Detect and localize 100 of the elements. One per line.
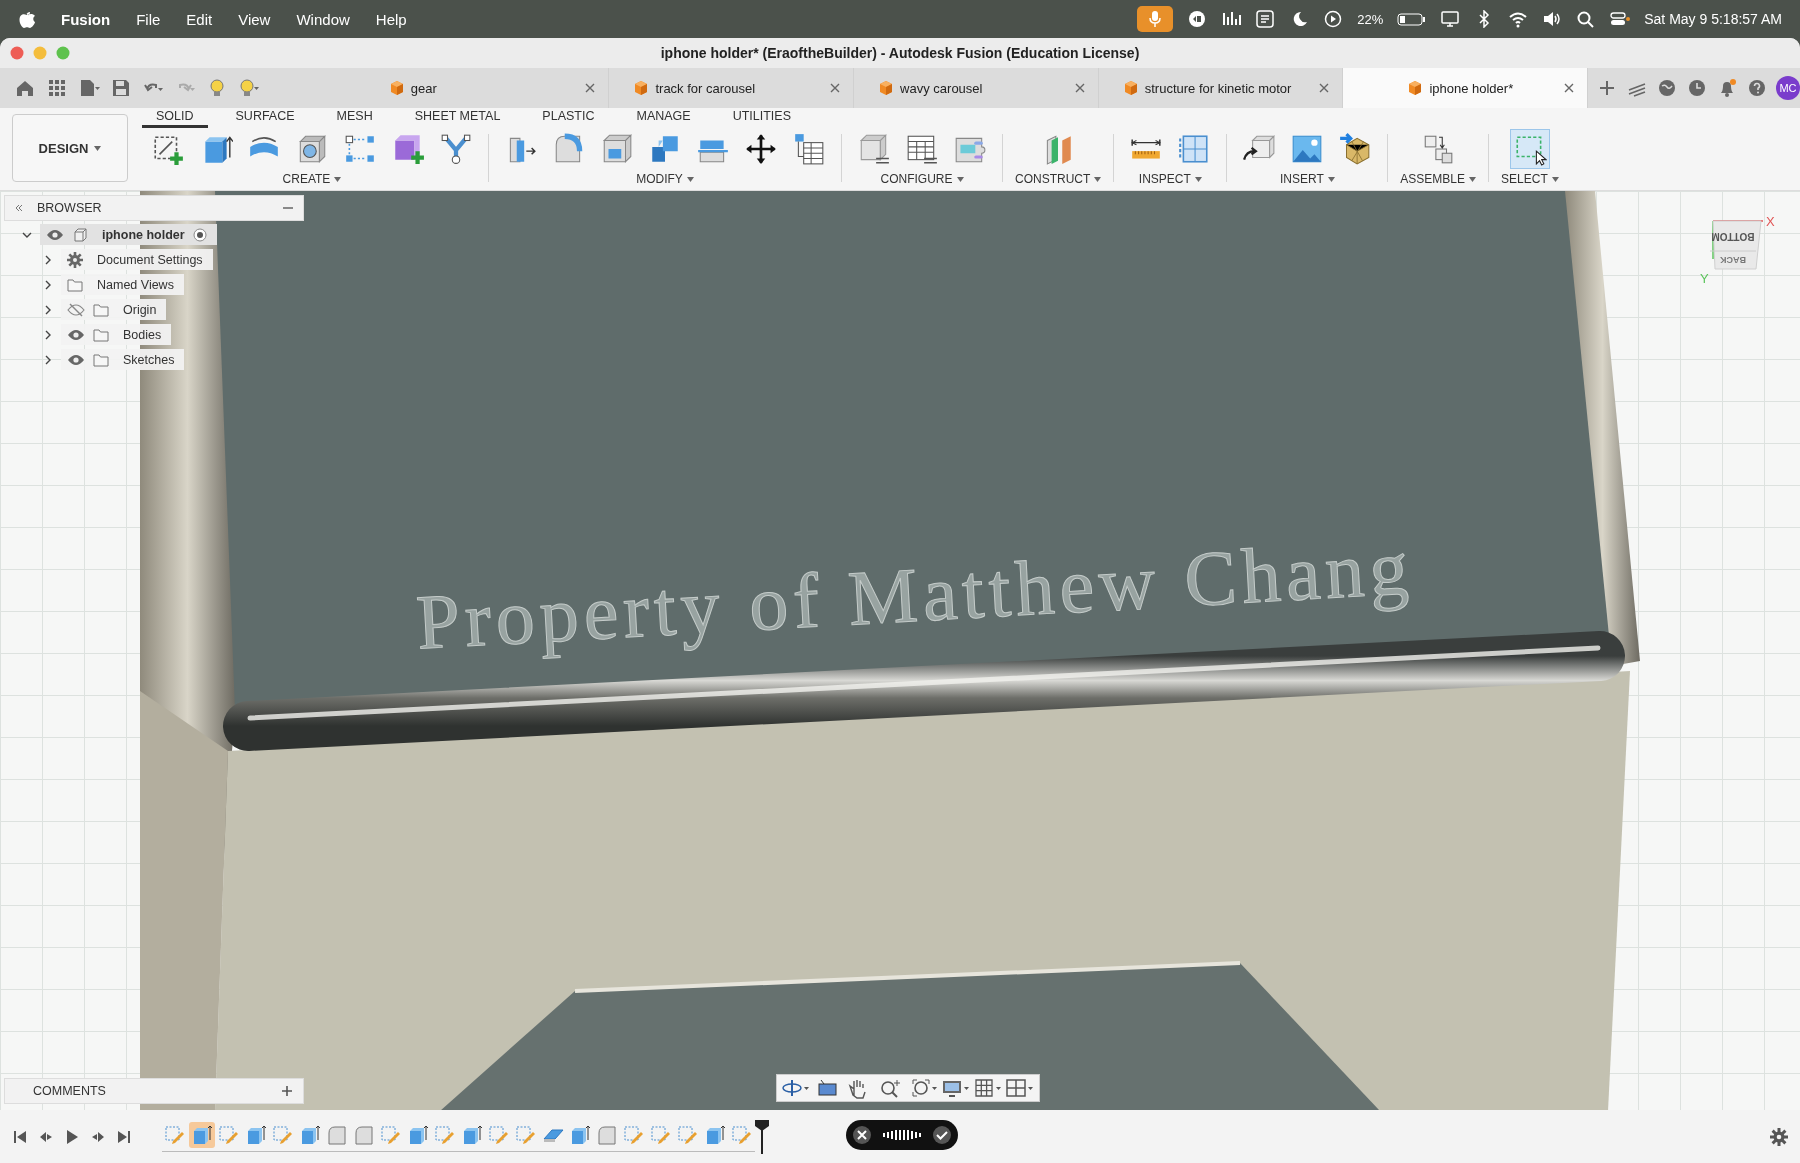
ribbon-tab[interactable]: UTILITIES xyxy=(718,109,805,128)
globe-icon[interactable] xyxy=(1656,77,1678,99)
help-icon[interactable] xyxy=(1746,77,1768,99)
cube-icon xyxy=(1407,80,1424,96)
ribbon-tab[interactable]: SURFACE xyxy=(221,109,309,128)
tool-group-menu[interactable]: CONSTRUCT xyxy=(1015,170,1102,188)
app-menu[interactable]: Fusion xyxy=(61,10,111,28)
close-window-button[interactable] xyxy=(10,46,24,60)
view-cube[interactable] xyxy=(1709,220,1762,270)
timeline-feature[interactable] xyxy=(189,1121,215,1148)
browser-node[interactable]: Named Views xyxy=(61,274,184,295)
timeline-marker-icon[interactable] xyxy=(755,1119,769,1154)
tool-group-menu[interactable]: INSPECT xyxy=(1138,170,1202,188)
confirm-icon[interactable] xyxy=(932,1125,952,1145)
add-comment-icon[interactable] xyxy=(281,1085,293,1097)
close-icon[interactable] xyxy=(1073,82,1086,94)
orbit-icon[interactable] xyxy=(781,1077,811,1099)
wifi-icon[interactable] xyxy=(1508,10,1529,28)
account-avatar[interactable]: MC xyxy=(1776,76,1800,100)
control-center-icon[interactable] xyxy=(1610,10,1631,28)
menu-item[interactable]: View xyxy=(238,10,271,28)
table-icon[interactable] xyxy=(792,132,826,166)
chevron-right-icon[interactable] xyxy=(43,279,53,290)
tool-group-menu[interactable]: SELECT xyxy=(1501,170,1559,188)
chevron-right-icon[interactable] xyxy=(43,254,53,265)
close-icon[interactable] xyxy=(829,82,842,94)
sketch-feature-icon xyxy=(650,1123,672,1146)
browser-node[interactable]: iphone holder xyxy=(40,224,217,245)
chevron-right-icon[interactable] xyxy=(43,329,53,340)
circle-app-icon[interactable] xyxy=(1187,10,1208,28)
tool-group-menu[interactable]: INSERT xyxy=(1279,170,1335,188)
workspace-switcher[interactable]: DESIGN xyxy=(12,114,128,182)
microphone-button[interactable] xyxy=(1137,6,1174,32)
browser-node[interactable]: Sketches xyxy=(61,349,185,370)
folder-icon xyxy=(93,302,109,317)
ribbon-tab[interactable]: MESH xyxy=(322,109,387,128)
eye-icon[interactable] xyxy=(67,328,85,341)
fit-view-icon[interactable] xyxy=(909,1077,939,1099)
tool-group-menu[interactable]: CONFIGURE xyxy=(880,170,964,188)
document-tab[interactable]: iphone holder* xyxy=(1343,68,1588,108)
file-menu-icon[interactable] xyxy=(78,77,100,99)
battery-icon[interactable] xyxy=(1397,10,1427,28)
skip-start-icon[interactable] xyxy=(12,1128,28,1145)
sketch-feature-icon xyxy=(677,1123,699,1146)
fillet-feature-icon xyxy=(596,1123,618,1146)
browser-panel-header[interactable]: BROWSER xyxy=(4,195,304,221)
viewports-icon[interactable] xyxy=(1005,1077,1035,1099)
radio-icon[interactable] xyxy=(192,227,207,242)
eye-icon[interactable] xyxy=(67,353,85,366)
crossed-eye-icon[interactable] xyxy=(67,302,85,317)
grid-icon[interactable] xyxy=(46,77,68,99)
close-icon[interactable] xyxy=(1563,82,1575,94)
save-icon[interactable] xyxy=(110,77,132,99)
audio-wave-icon xyxy=(882,1128,922,1142)
bar-levels-icon[interactable] xyxy=(1221,10,1242,28)
view-cube-face-label[interactable]: BOTTOM xyxy=(1711,231,1755,242)
extrude-feature-icon xyxy=(407,1123,429,1146)
apple-icon[interactable] xyxy=(18,9,35,29)
cancel-icon[interactable] xyxy=(852,1125,872,1145)
browser-node[interactable]: Origin xyxy=(61,299,167,320)
display-icon[interactable] xyxy=(1440,10,1461,28)
chevron-right-icon[interactable] xyxy=(43,354,53,365)
collapse-icon[interactable] xyxy=(15,204,23,212)
minimize-icon[interactable] xyxy=(283,206,293,210)
fillet-feature-icon xyxy=(326,1123,348,1146)
ribbon-tab[interactable]: SOLID xyxy=(142,109,208,128)
browser-node[interactable]: Bodies xyxy=(61,324,172,345)
grid-settings-icon[interactable] xyxy=(973,1077,1003,1099)
ribbon-tab[interactable]: MANAGE xyxy=(622,109,705,128)
cube-icon xyxy=(633,80,650,96)
lightbulb-menu-icon[interactable] xyxy=(238,77,260,99)
clock-icon[interactable] xyxy=(1686,77,1708,99)
document-lines-icon[interactable] xyxy=(1255,10,1276,28)
tool-group-menu[interactable]: MODIFY xyxy=(636,170,694,188)
menu-item[interactable]: File xyxy=(136,10,161,28)
close-icon[interactable] xyxy=(1318,82,1331,94)
menu-item[interactable]: Window xyxy=(296,10,350,28)
ribbon-tab[interactable]: SHEET METAL xyxy=(400,109,515,128)
browser-node[interactable]: Document Settings xyxy=(61,249,213,270)
sketch-feature-icon xyxy=(380,1123,402,1146)
menu-item[interactable]: Help xyxy=(375,10,407,28)
menubar-clock[interactable]: Sat May 9 5:18:57 AM xyxy=(1644,11,1782,27)
shell-icon[interactable] xyxy=(600,132,634,166)
play-icon[interactable] xyxy=(64,1128,80,1145)
branch-icon[interactable] xyxy=(439,132,473,166)
skip-end-icon[interactable] xyxy=(116,1128,132,1145)
play-circle-icon[interactable] xyxy=(1323,10,1344,28)
ribbon-tab[interactable]: PLASTIC xyxy=(528,109,609,128)
eye-icon[interactable] xyxy=(46,228,64,241)
settings-icon[interactable] xyxy=(1770,1127,1788,1146)
extrude-feature-icon xyxy=(245,1123,267,1146)
close-icon[interactable] xyxy=(584,82,597,94)
chevron-right-icon[interactable] xyxy=(43,304,53,315)
move-icon[interactable] xyxy=(744,132,778,166)
tool-group-menu[interactable]: CREATE xyxy=(282,170,342,188)
menu-item[interactable]: Edit xyxy=(186,10,213,28)
sketch-feature-icon xyxy=(218,1123,240,1146)
tool-group-menu[interactable]: ASSEMBLE xyxy=(1400,170,1477,188)
volume-icon[interactable] xyxy=(1542,10,1563,28)
view-cube-face-label[interactable]: BACK xyxy=(1720,255,1746,265)
